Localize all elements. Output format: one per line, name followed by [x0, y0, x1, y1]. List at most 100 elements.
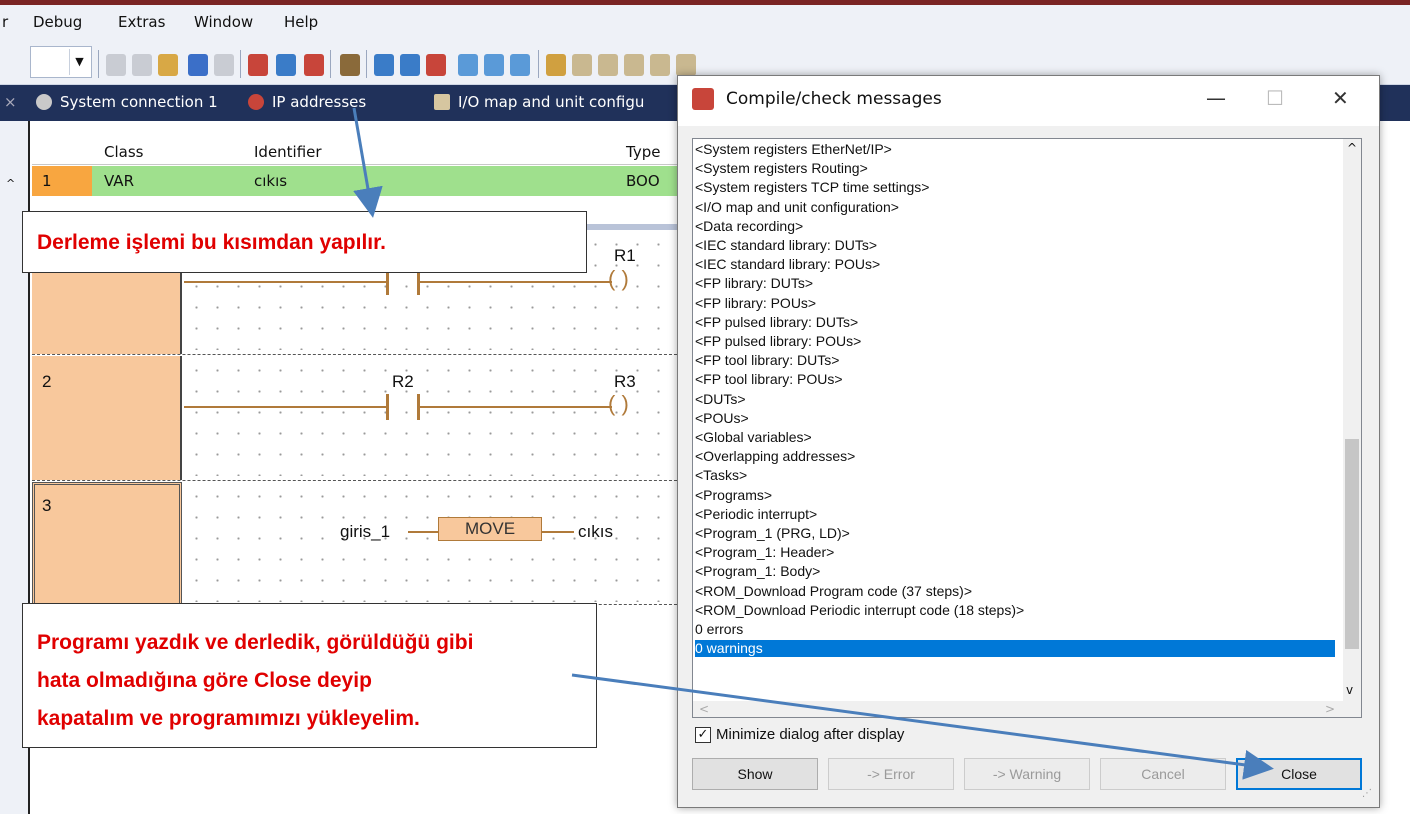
minimize-checkbox[interactable]: ✓ — [695, 727, 711, 743]
menu-extras[interactable]: Extras — [118, 13, 165, 31]
annotation-compile: Derleme işlemi bu kısımdan yapılır. — [22, 211, 587, 273]
tab-ip-addresses[interactable]: IP addresses — [248, 93, 366, 111]
message-item[interactable]: <Overlapping addresses> — [695, 448, 855, 465]
coil-label: R3 — [614, 372, 636, 391]
dialog-title-bar[interactable]: Compile/check messages — ☐ ✕ — [678, 76, 1379, 126]
message-item[interactable]: <IEC standard library: DUTs> — [695, 237, 877, 254]
toolbar-dropdown[interactable]: ▼ — [30, 46, 92, 78]
menu-window[interactable]: Window — [194, 13, 253, 31]
ladder-wire — [420, 281, 612, 283]
resize-grip-icon[interactable]: ⋰ — [1362, 788, 1372, 799]
column-header-class[interactable]: Class — [104, 143, 143, 161]
message-item[interactable]: <FP library: POUs> — [695, 295, 816, 312]
move-block[interactable]: MOVE — [438, 517, 542, 541]
message-item[interactable]: <FP pulsed library: POUs> — [695, 333, 861, 350]
compile-icon — [692, 88, 714, 110]
message-item[interactable]: 0 warnings — [695, 640, 1335, 658]
error-button[interactable]: -> Error — [828, 758, 954, 790]
minimize-checkbox-label[interactable]: Minimize dialog after display — [716, 726, 904, 743]
message-item[interactable]: <ROM_Download Periodic interrupt code (1… — [695, 602, 1024, 619]
redo-icon[interactable] — [214, 54, 234, 76]
scroll-up-icon[interactable]: ^ — [6, 177, 15, 190]
rung-number-cell[interactable] — [32, 356, 182, 480]
menu-help[interactable]: Help — [284, 13, 318, 31]
maximize-icon[interactable]: ☐ — [1266, 86, 1284, 110]
contact-tool-icon[interactable] — [572, 54, 592, 76]
compile-all-icon[interactable] — [276, 54, 296, 76]
program-icon[interactable] — [484, 54, 504, 76]
message-item[interactable]: <System registers EtherNet/IP> — [695, 141, 892, 158]
close-button[interactable]: Close — [1236, 758, 1362, 790]
parallel-tool-icon[interactable] — [624, 54, 644, 76]
message-item[interactable]: <Tasks> — [695, 467, 747, 484]
message-item[interactable]: <System registers TCP time settings> — [695, 179, 929, 196]
message-item[interactable]: <DUTs> — [695, 391, 746, 408]
coil-symbol[interactable]: ( ) — [608, 391, 629, 417]
row-identifier[interactable]: cıkıs — [254, 172, 287, 190]
cut-icon[interactable] — [106, 54, 126, 76]
message-item[interactable]: <Global variables> — [695, 429, 812, 446]
horizontal-scrollbar[interactable]: < > — [693, 701, 1361, 717]
message-item[interactable]: <FP library: DUTs> — [695, 275, 813, 292]
ladder-wire — [408, 531, 438, 533]
message-item[interactable]: <I/O map and unit configuration> — [695, 199, 899, 216]
paste-icon[interactable] — [158, 54, 178, 76]
monitor-icon[interactable] — [458, 54, 478, 76]
column-header-type[interactable]: Type — [626, 143, 660, 161]
row-class[interactable]: VAR — [104, 172, 134, 190]
scroll-right-icon[interactable]: > — [1325, 702, 1335, 716]
rising-edge-icon[interactable] — [650, 54, 670, 76]
message-item[interactable]: <FP tool library: DUTs> — [695, 352, 839, 369]
show-button[interactable]: Show — [692, 758, 818, 790]
message-item[interactable]: <Data recording> — [695, 218, 803, 235]
scrollbar-thumb[interactable] — [1345, 439, 1359, 649]
insert-row-icon[interactable] — [374, 54, 394, 76]
draw-line-icon[interactable] — [546, 54, 566, 76]
message-item[interactable]: <ROM_Download Program code (37 steps)> — [695, 583, 972, 600]
warning-button[interactable]: -> Warning — [964, 758, 1090, 790]
compile-icon[interactable] — [248, 54, 268, 76]
online-icon[interactable] — [340, 54, 360, 76]
message-item[interactable]: <IEC standard library: POUs> — [695, 256, 880, 273]
message-item[interactable]: <POUs> — [695, 410, 749, 427]
rung-grid — [186, 486, 662, 602]
close-icon[interactable]: × — [4, 93, 17, 111]
rung-number-cell-selected[interactable] — [32, 482, 182, 606]
tab-system-connection[interactable]: System connection 1 — [36, 93, 218, 111]
branch-tool-icon[interactable] — [598, 54, 618, 76]
coil-tool-icon[interactable] — [676, 54, 696, 76]
check-icon[interactable] — [304, 54, 324, 76]
scroll-left-icon[interactable]: < — [699, 702, 709, 716]
tab-io-map[interactable]: I/O map and unit configu — [434, 93, 644, 111]
message-item[interactable]: <Program_1: Header> — [695, 544, 834, 561]
message-item[interactable]: <FP tool library: POUs> — [695, 371, 843, 388]
column-header-identifier[interactable]: Identifier — [254, 143, 322, 161]
delete-row-icon[interactable] — [426, 54, 446, 76]
minimize-icon[interactable]: — — [1206, 86, 1226, 110]
coil-symbol[interactable]: ( ) — [608, 266, 629, 292]
close-icon[interactable]: ✕ — [1332, 86, 1349, 110]
copy-icon[interactable] — [132, 54, 152, 76]
message-item[interactable]: <Programs> — [695, 487, 772, 504]
append-row-icon[interactable] — [400, 54, 420, 76]
menu-debug[interactable]: Debug — [33, 13, 82, 31]
toolbar-separator — [98, 50, 99, 78]
undo-icon[interactable] — [188, 54, 208, 76]
message-item[interactable]: <Periodic interrupt> — [695, 506, 817, 523]
message-item[interactable]: <Program_1 (PRG, LD)> — [695, 525, 850, 542]
messages-list[interactable]: <System registers EtherNet/IP> <System re… — [692, 138, 1362, 718]
message-item[interactable]: 0 errors — [695, 621, 743, 638]
cancel-button[interactable]: Cancel — [1100, 758, 1226, 790]
contact-symbol[interactable] — [386, 394, 420, 420]
message-item[interactable]: <FP pulsed library: DUTs> — [695, 314, 858, 331]
menu-item-partial[interactable]: r — [2, 13, 8, 31]
scroll-up-icon[interactable]: ^ — [1347, 141, 1357, 155]
ladder-wire — [420, 406, 612, 408]
message-item[interactable]: <Program_1: Body> — [695, 563, 820, 580]
row-type[interactable]: BOO — [626, 172, 660, 190]
annotation-close: Programı yazdık ve derledik, görüldüğü g… — [22, 603, 597, 748]
background-editor-edge — [1380, 121, 1410, 814]
message-item[interactable]: <System registers Routing> — [695, 160, 868, 177]
download-icon[interactable] — [510, 54, 530, 76]
scroll-down-icon[interactable]: v — [1346, 683, 1353, 697]
